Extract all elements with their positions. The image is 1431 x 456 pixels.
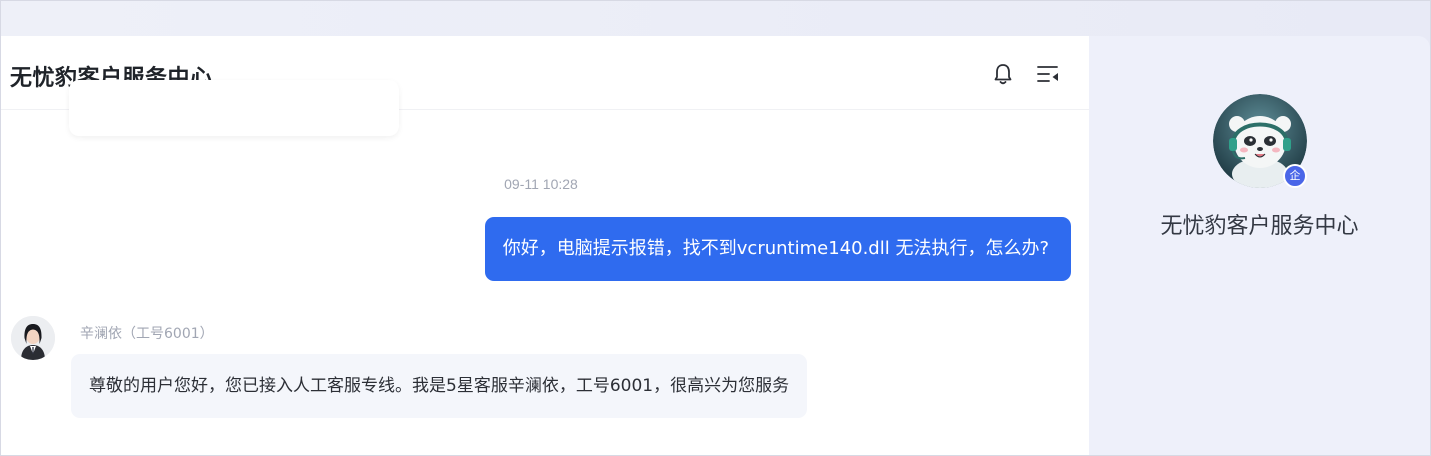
previous-message-card: [69, 80, 399, 136]
agent-name: 辛澜依（工号6001）: [80, 326, 214, 342]
message-timestamp: 09-11 10:28: [504, 176, 578, 192]
sidebar-panel: 企 无忧豹客户服务中心: [1089, 36, 1430, 455]
agent-message-bubble: 尊敬的用户您好，您已接入人工客服专线。我是5星客服辛澜依，工号6001，很高兴为…: [71, 354, 808, 418]
chat-list-icon[interactable]: [1035, 62, 1061, 86]
user-message-bubble: 你好，电脑提示报错，找不到vcruntime140.dll 无法执行，怎么办?: [484, 217, 1071, 281]
verified-badge-icon: 企: [1283, 164, 1307, 188]
chat-panel: 无忧豹客户服务中心 09-11 10:28 你好，电脑提示报错，找不到vcrun…: [1, 36, 1089, 455]
sidebar-service-name: 无忧豹客户服务中心: [1160, 214, 1359, 239]
bell-icon[interactable]: [990, 62, 1016, 86]
agent-avatar: [11, 316, 55, 360]
